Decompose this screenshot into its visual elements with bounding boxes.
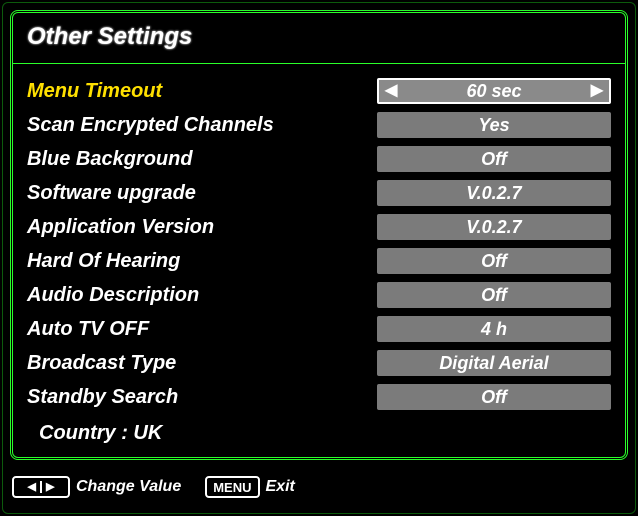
setting-label-auto-tv-off: Auto TV OFF [27,318,377,341]
setting-value-text-application-version: V.0.2.7 [466,217,521,238]
setting-value-audio-description[interactable]: Off [377,282,611,308]
hint-exit-label: Exit [266,478,295,496]
setting-value-hard-of-hearing[interactable]: Off [377,248,611,274]
hint-change-value-label: Change Value [76,478,181,496]
setting-row-blue-background[interactable]: Blue Background Off [27,146,611,172]
arrow-right-icon[interactable]: ▶ [591,83,603,99]
setting-label-audio-description: Audio Description [27,284,377,307]
setting-value-broadcast-type[interactable]: Digital Aerial [377,350,611,376]
page-title: Other Settings [27,23,611,51]
setting-value-text-menu-timeout: 60 sec [466,81,521,102]
setting-value-blue-background[interactable]: Off [377,146,611,172]
settings-panel: Other Settings Menu Timeout ◀ 60 sec ▶ Scan … [10,10,628,460]
setting-label-menu-timeout: Menu Timeout [27,80,377,103]
setting-row-audio-description[interactable]: Audio Description Off [27,282,611,308]
setting-row-menu-timeout[interactable]: Menu Timeout ◀ 60 sec ▶ [27,78,611,104]
setting-value-text-auto-tv-off: 4 h [481,319,507,340]
menu-key-icon: MENU [205,476,259,498]
setting-row-application-version[interactable]: Application Version V.0.2.7 [27,214,611,240]
setting-value-text-standby-search: Off [481,387,507,408]
setting-label-software-upgrade: Software upgrade [27,182,377,205]
setting-label-blue-background: Blue Background [27,148,377,171]
setting-value-text-software-upgrade: V.0.2.7 [466,183,521,204]
setting-label-hard-of-hearing: Hard Of Hearing [27,250,377,273]
setting-row-standby-search[interactable]: Standby Search Off [27,384,611,410]
hint-change-value: ◀ ▶ Change Value [12,476,181,498]
setting-value-text-blue-background: Off [481,149,507,170]
setting-value-text-broadcast-type: Digital Aerial [439,353,548,374]
nav-left-right-icon: ◀ ▶ [12,476,70,498]
setting-row-software-upgrade[interactable]: Software upgrade V.0.2.7 [27,180,611,206]
setting-row-auto-tv-off[interactable]: Auto TV OFF 4 h [27,316,611,342]
title-bar: Other Settings [13,13,625,64]
settings-list: Menu Timeout ◀ 60 sec ▶ Scan Encrypted Chann… [13,64,625,410]
setting-row-hard-of-hearing[interactable]: Hard Of Hearing Off [27,248,611,274]
setting-value-menu-timeout[interactable]: ◀ 60 sec ▶ [377,78,611,104]
country-label: Country : UK [39,422,162,445]
setting-value-text-audio-description: Off [481,285,507,306]
setting-label-application-version: Application Version [27,216,377,239]
setting-row-scan-encrypted[interactable]: Scan Encrypted Channels Yes [27,112,611,138]
setting-value-application-version[interactable]: V.0.2.7 [377,214,611,240]
setting-label-scan-encrypted: Scan Encrypted Channels [27,114,377,137]
setting-row-broadcast-type[interactable]: Broadcast Type Digital Aerial [27,350,611,376]
hint-bar: ◀ ▶ Change Value MENU Exit [12,472,626,502]
setting-value-auto-tv-off[interactable]: 4 h [377,316,611,342]
setting-value-text-hard-of-hearing: Off [481,251,507,272]
setting-value-software-upgrade[interactable]: V.0.2.7 [377,180,611,206]
setting-label-broadcast-type: Broadcast Type [27,352,377,375]
setting-label-standby-search: Standby Search [27,386,377,409]
arrow-left-icon[interactable]: ◀ [385,83,397,99]
setting-value-text-scan-encrypted: Yes [478,115,509,136]
hint-exit: MENU Exit [205,476,295,498]
setting-value-standby-search[interactable]: Off [377,384,611,410]
setting-value-scan-encrypted[interactable]: Yes [377,112,611,138]
